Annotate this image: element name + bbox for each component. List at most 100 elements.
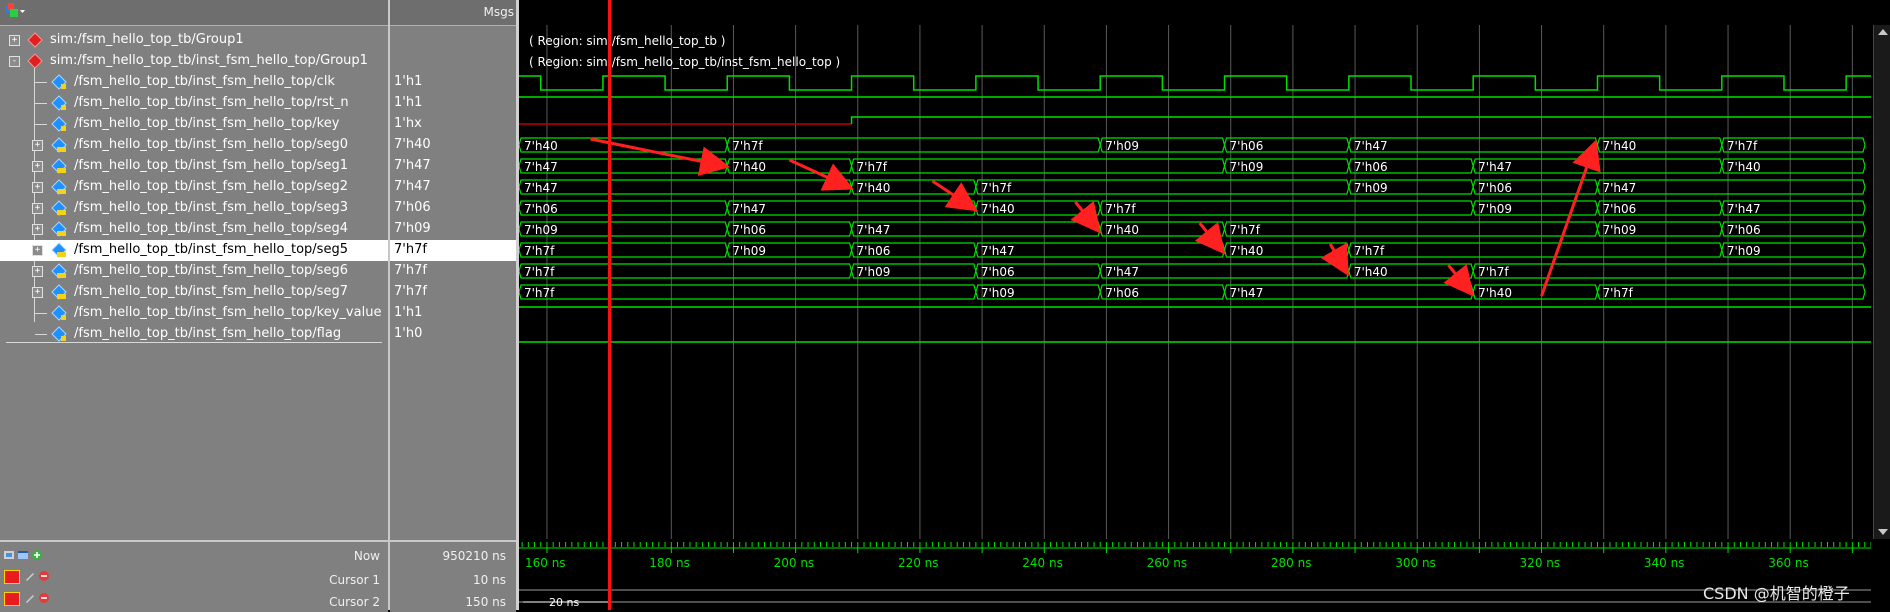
- bus-value-label: 7'h40: [1230, 244, 1264, 258]
- signal-name-cell[interactable]: + /fsm_hello_top_tb/inst_fsm_hello_top/se…: [0, 282, 388, 303]
- signal-value-cell: 1'h1: [390, 93, 516, 114]
- bus-value-label: 7'h09: [1105, 139, 1139, 153]
- bus-segment: 7'h06: [1099, 284, 1226, 300]
- cursor-line[interactable]: [608, 0, 612, 610]
- bus-value-label: 7'h7f: [1478, 265, 1509, 279]
- signal-name-cell[interactable]: - sim:/fsm_hello_top_tb/inst_fsm_hello_to…: [0, 51, 388, 72]
- clk-waveform: [519, 75, 1871, 91]
- signal-name-cell[interactable]: /fsm_hello_top_tb/inst_fsm_hello_top/key…: [0, 303, 388, 324]
- time-axis[interactable]: 160 ns 180 ns 200 ns 220 ns 240 ns 260 ns 280 …: [519, 540, 1871, 610]
- signal-name: /fsm_hello_top_tb/inst_fsm_hello_top/clk: [74, 74, 335, 89]
- expand-icon[interactable]: +: [32, 161, 43, 172]
- signal-row[interactable]: /fsm_hello_top_tb/inst_fsm_hello_top/clk…: [0, 72, 516, 93]
- signal-name: /fsm_hello_top_tb/inst_fsm_hello_top/seg…: [74, 221, 348, 236]
- expand-icon[interactable]: +: [32, 287, 43, 298]
- signal-row[interactable]: - sim:/fsm_hello_top_tb/inst_fsm_hello_to…: [0, 51, 516, 72]
- signal-row[interactable]: + /fsm_hello_top_tb/inst_fsm_hello_top/se…: [0, 240, 516, 261]
- vertical-scrollbar[interactable]: [1873, 25, 1890, 539]
- cursor1-edit-icon[interactable]: [24, 570, 36, 582]
- bus-value-label: 7'h47: [1354, 139, 1388, 153]
- bus-value-label: 7'h7f: [732, 139, 763, 153]
- signal-icon: [51, 116, 67, 132]
- expand-icon[interactable]: +: [32, 245, 43, 256]
- expand-icon[interactable]: +: [32, 224, 43, 235]
- bus-value-label: 7'h7f: [1727, 139, 1758, 153]
- signal-row[interactable]: /fsm_hello_top_tb/inst_fsm_hello_top/key…: [0, 303, 516, 324]
- signal-row[interactable]: + /fsm_hello_top_tb/inst_fsm_hello_top/se…: [0, 282, 516, 303]
- signal-name-cell[interactable]: + /fsm_hello_top_tb/inst_fsm_hello_top/se…: [0, 156, 388, 177]
- signal-value-cell: 7'h7f: [390, 240, 516, 261]
- expand-icon[interactable]: +: [32, 182, 43, 193]
- cursor1-delete-icon[interactable]: [38, 570, 50, 582]
- bus-value-label: 7'h47: [524, 181, 558, 195]
- expand-icon[interactable]: +: [9, 35, 20, 46]
- bus-value-label: 7'h47: [1602, 181, 1636, 195]
- group-diamond-icon: [27, 32, 43, 48]
- signal-name-cell[interactable]: + /fsm_hello_top_tb/inst_fsm_hello_top/se…: [0, 135, 388, 156]
- bus-segment: 7'h06: [1223, 137, 1350, 153]
- bus-value-label: 7'h7f: [524, 286, 555, 300]
- signal-name-cell[interactable]: /fsm_hello_top_tb/inst_fsm_hello_top/clk: [0, 72, 388, 93]
- signal-name-cell[interactable]: + /fsm_hello_top_tb/inst_fsm_hello_top/se…: [0, 177, 388, 198]
- signal-value-cell: 7'h47: [390, 177, 516, 198]
- delta-label: 20 ns: [549, 596, 579, 609]
- signal-row[interactable]: + sim:/fsm_hello_top_tb/Group1: [0, 30, 516, 51]
- bus-value-label: 7'h7f: [1105, 202, 1136, 216]
- bus-value-label: 7'h06: [1727, 223, 1761, 237]
- signal-row[interactable]: + /fsm_hello_top_tb/inst_fsm_hello_top/se…: [0, 177, 516, 198]
- bus-signal-icon: [51, 179, 67, 195]
- expand-icon[interactable]: +: [32, 203, 43, 214]
- scroll-down-icon[interactable]: [1878, 529, 1888, 535]
- cursor1-lock-icon[interactable]: [4, 570, 20, 584]
- expand-icon[interactable]: +: [32, 140, 43, 151]
- bus-value-label: 7'h09: [1602, 223, 1636, 237]
- signal-row[interactable]: /fsm_hello_top_tb/inst_fsm_hello_top/rst…: [0, 93, 516, 114]
- time-label: 240 ns: [1022, 556, 1063, 570]
- signal-name-cell[interactable]: + /fsm_hello_top_tb/inst_fsm_hello_top/se…: [0, 240, 388, 261]
- signal-name-cell[interactable]: /fsm_hello_top_tb/inst_fsm_hello_top/rst…: [0, 93, 388, 114]
- bus-value-label: 7'h06: [857, 244, 891, 258]
- cursor2-delete-icon[interactable]: [38, 592, 50, 604]
- signal-name: /fsm_hello_top_tb/inst_fsm_hello_top/rst…: [74, 95, 349, 110]
- add-cursor-icon[interactable]: [31, 549, 43, 561]
- bus-value-label: 7'h47: [1478, 160, 1512, 174]
- signal-value: 7'h47: [394, 179, 431, 194]
- signal-value-cell: 7'h06: [390, 198, 516, 219]
- bus-value-label: 7'h40: [1354, 265, 1388, 279]
- bus-segment: 7'h7f: [1472, 263, 1866, 279]
- cursor-window-icon[interactable]: [17, 549, 29, 561]
- bus-segment: 7'h09: [975, 284, 1101, 300]
- bus-signal-icon: [51, 200, 67, 216]
- signal-name-cell[interactable]: + /fsm_hello_top_tb/inst_fsm_hello_top/se…: [0, 198, 388, 219]
- signal-name-cell[interactable]: + sim:/fsm_hello_top_tb/Group1: [0, 30, 388, 51]
- signal-row[interactable]: + /fsm_hello_top_tb/inst_fsm_hello_top/se…: [0, 219, 516, 240]
- signal-value-cell: [390, 51, 516, 72]
- signal-value-cell: 1'h1: [390, 303, 516, 324]
- time-label: 280 ns: [1271, 556, 1312, 570]
- signal-row[interactable]: + /fsm_hello_top_tb/inst_fsm_hello_top/se…: [0, 261, 516, 282]
- bus-signal-icon: [51, 263, 67, 279]
- bus-value-label: 7'h40: [1478, 286, 1512, 300]
- cursor-toolbar-icon[interactable]: [3, 549, 15, 561]
- expand-icon[interactable]: +: [32, 266, 43, 277]
- signal-row[interactable]: + /fsm_hello_top_tb/inst_fsm_hello_top/se…: [0, 156, 516, 177]
- signal-value-cell: 7'h7f: [390, 261, 516, 282]
- signal-row[interactable]: + /fsm_hello_top_tb/inst_fsm_hello_top/se…: [0, 198, 516, 219]
- cursor2-edit-icon[interactable]: [24, 592, 36, 604]
- waveform-canvas[interactable]: ( Region: sim:/fsm_hello_top_tb ) ( Regio…: [519, 25, 1871, 539]
- bus-value-label: 7'h09: [1478, 202, 1512, 216]
- scroll-up-icon[interactable]: [1878, 29, 1888, 35]
- signal-value: 1'h1: [394, 74, 423, 89]
- signal-row[interactable]: /fsm_hello_top_tb/inst_fsm_hello_top/key…: [0, 114, 516, 135]
- msgs-header-label: Msgs: [483, 5, 514, 19]
- signal-name-cell[interactable]: /fsm_hello_top_tb/inst_fsm_hello_top/key: [0, 114, 388, 135]
- signal-name-cell[interactable]: + /fsm_hello_top_tb/inst_fsm_hello_top/se…: [0, 261, 388, 282]
- cursor2-lock-icon[interactable]: [4, 592, 20, 606]
- collapse-icon[interactable]: -: [9, 56, 20, 67]
- wave-toolbar-icon[interactable]: [4, 2, 26, 20]
- bus-segment: 7'h09: [1721, 242, 1866, 258]
- signal-value: 1'hx: [394, 116, 422, 131]
- signal-row[interactable]: + /fsm_hello_top_tb/inst_fsm_hello_top/se…: [0, 135, 516, 156]
- bus-value-label: 7'h7f: [1602, 286, 1633, 300]
- signal-name-cell[interactable]: + /fsm_hello_top_tb/inst_fsm_hello_top/se…: [0, 219, 388, 240]
